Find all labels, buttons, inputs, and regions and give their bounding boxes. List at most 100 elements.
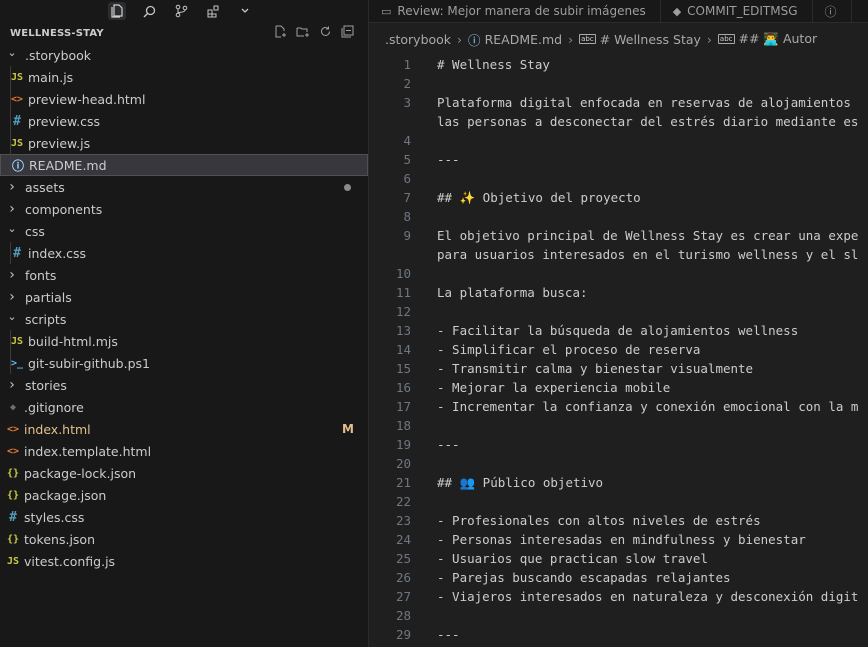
json-file-icon: {} xyxy=(6,533,20,545)
indent-guide xyxy=(10,242,11,264)
code-line[interactable]: 19 --- xyxy=(369,435,868,454)
code-line[interactable]: 1 # Wellness Stay xyxy=(369,55,868,74)
line-number: 20 xyxy=(395,456,411,471)
line-text: --- xyxy=(437,627,460,642)
tree-folder[interactable]: › components xyxy=(0,198,368,220)
code-line[interactable]: 18 xyxy=(369,416,868,435)
code-line[interactable]: 15 - Transmitir calma y bienestar visualm… xyxy=(369,359,868,378)
code-line[interactable]: 12 xyxy=(369,302,868,321)
code-line[interactable]: 25 - Usuarios que practican slow travel xyxy=(369,549,868,568)
breadcrumb-item[interactable]: .storybook xyxy=(385,32,451,47)
code-line[interactable]: 24 - Personas interesadas en mindfulness … xyxy=(369,530,868,549)
tree-file[interactable]: ⓘ README.md xyxy=(0,154,368,176)
tree-file[interactable]: {} package-lock.json xyxy=(0,462,368,484)
tree-file[interactable]: # preview.css xyxy=(0,110,368,132)
tree-file[interactable]: <> preview-head.html xyxy=(0,88,368,110)
code-line[interactable]: 29 --- xyxy=(369,625,868,644)
line-number: 25 xyxy=(395,551,411,566)
code-line[interactable]: 4 xyxy=(369,131,868,150)
tree-folder[interactable]: ⌄ .storybook xyxy=(0,44,368,66)
code-line[interactable]: 2 xyxy=(369,74,868,93)
chevron-right-icon: › xyxy=(9,267,15,283)
tree-folder[interactable]: › partials xyxy=(0,286,368,308)
tree-file[interactable]: JS preview.js xyxy=(0,132,368,154)
files-icon[interactable] xyxy=(108,2,126,20)
code-line[interactable]: 27 - Viajeros interesados en naturaleza y… xyxy=(369,587,868,606)
code-line[interactable]: para usuarios interesados en el turismo … xyxy=(369,245,868,264)
line-text: - Viajeros interesados en naturaleza y d… xyxy=(437,589,859,604)
tab-label: Review: Mejor manera de subir imágenes xyxy=(397,4,646,18)
tree-folder[interactable]: › stories xyxy=(0,374,368,396)
breadcrumb: .storybook › ⓘ README.md › abc # Wellness Stay… xyxy=(369,23,868,55)
git-commit-icon: ◆ xyxy=(672,4,682,18)
editor-tab[interactable]: ▭ Review: Mejor manera de subir imágenes xyxy=(369,0,661,22)
code-line[interactable]: 5 --- xyxy=(369,150,868,169)
line-text: las personas a desconectar del estrés di… xyxy=(437,114,859,129)
tree-file[interactable]: # index.css xyxy=(0,242,368,264)
tree-file[interactable]: <> index.html M xyxy=(0,418,368,440)
tree-file[interactable]: {} tokens.json xyxy=(0,528,368,550)
explorer-sidebar: WELLNESS-STAY ⌄ .storybook JS main.js <> prev… xyxy=(0,0,369,647)
chevron-down-icon: ⌄ xyxy=(7,309,17,323)
html-file-icon: <> xyxy=(6,423,20,435)
tree-file[interactable]: JS main.js xyxy=(0,66,368,88)
breadcrumb-item[interactable]: # Wellness Stay xyxy=(600,32,701,47)
line-number: 22 xyxy=(395,494,411,509)
code-line[interactable]: 13 - Facilitar la búsqueda de alojamiento… xyxy=(369,321,868,340)
code-line[interactable]: 20 xyxy=(369,454,868,473)
line-number: 14 xyxy=(395,342,411,357)
explorer-actions xyxy=(274,25,354,41)
code-line[interactable]: 17 - Incrementar la confianza y conexión … xyxy=(369,397,868,416)
code-line[interactable]: 26 - Parejas buscando escapadas relajante… xyxy=(369,568,868,587)
search-icon[interactable] xyxy=(140,2,158,20)
tree-file[interactable]: # styles.css xyxy=(0,506,368,528)
tree-folder[interactable]: ⌄ scripts xyxy=(0,308,368,330)
code-line[interactable]: 16 - Mejorar la experiencia mobile xyxy=(369,378,868,397)
tree-item-label: index.template.html xyxy=(24,443,152,459)
breadcrumb-item[interactable]: ## 👨‍💻 Autor xyxy=(739,31,818,47)
code-line[interactable]: 7 ## ✨ Objetivo del proyecto xyxy=(369,188,868,207)
new-file-icon[interactable] xyxy=(274,25,287,41)
code-line[interactable]: 6 xyxy=(369,169,868,188)
editor-tab[interactable]: ◆ COMMIT_EDITMSG xyxy=(661,0,813,22)
line-number: 29 xyxy=(395,627,411,642)
tree-item-label: stories xyxy=(25,377,67,393)
code-line[interactable]: 3 Plataforma digital enfocada en reservas… xyxy=(369,93,868,112)
line-number: 2 xyxy=(403,76,411,91)
tree-item-label: package.json xyxy=(24,487,107,503)
new-folder-icon[interactable] xyxy=(296,25,310,41)
code-line[interactable]: 11 La plataforma busca: xyxy=(369,283,868,302)
line-text: La plataforma busca: xyxy=(437,285,588,300)
tree-file[interactable]: JS vitest.config.js xyxy=(0,550,368,572)
line-number: 7 xyxy=(403,190,411,205)
tree-file[interactable]: >_ git-subir-github.ps1 xyxy=(0,352,368,374)
refresh-icon[interactable] xyxy=(319,25,332,41)
tree-folder[interactable]: ⌄ css xyxy=(0,220,368,242)
tree-file[interactable]: ◆ .gitignore xyxy=(0,396,368,418)
info-icon[interactable]: ⓘ xyxy=(813,0,852,22)
code-line[interactable]: 21 ## 👥 Público objetivo xyxy=(369,473,868,492)
chevron-down-icon[interactable] xyxy=(236,2,254,20)
code-line[interactable]: 22 xyxy=(369,492,868,511)
code-line[interactable]: las personas a desconectar del estrés di… xyxy=(369,112,868,131)
code-view[interactable]: 1 # Wellness Stay 2 3 Plataforma digital enf… xyxy=(369,55,868,644)
code-line[interactable]: 8 xyxy=(369,207,868,226)
code-line[interactable]: 28 xyxy=(369,606,868,625)
tree-folder[interactable]: › assets xyxy=(0,176,368,198)
code-line[interactable]: 14 - Simplificar el proceso de reserva xyxy=(369,340,868,359)
tree-file[interactable]: {} package.json xyxy=(0,484,368,506)
workspace-root-title[interactable]: WELLNESS-STAY xyxy=(10,28,104,39)
collapse-all-icon[interactable] xyxy=(341,25,354,41)
tree-file[interactable]: <> index.template.html xyxy=(0,440,368,462)
tree-file[interactable]: JS build-html.mjs xyxy=(0,330,368,352)
tree-item-label: components xyxy=(25,201,103,217)
source-control-icon[interactable] xyxy=(172,2,190,20)
code-line[interactable]: 23 - Profesionales con altos niveles de e… xyxy=(369,511,868,530)
extensions-icon[interactable] xyxy=(204,2,222,20)
code-line[interactable]: 9 El objetivo principal de Wellness Stay … xyxy=(369,226,868,245)
tree-folder[interactable]: › fonts xyxy=(0,264,368,286)
code-line[interactable]: 10 xyxy=(369,264,868,283)
breadcrumb-item[interactable]: README.md xyxy=(485,32,563,47)
tree-item-label: tokens.json xyxy=(24,531,95,547)
line-number: 13 xyxy=(395,323,411,338)
